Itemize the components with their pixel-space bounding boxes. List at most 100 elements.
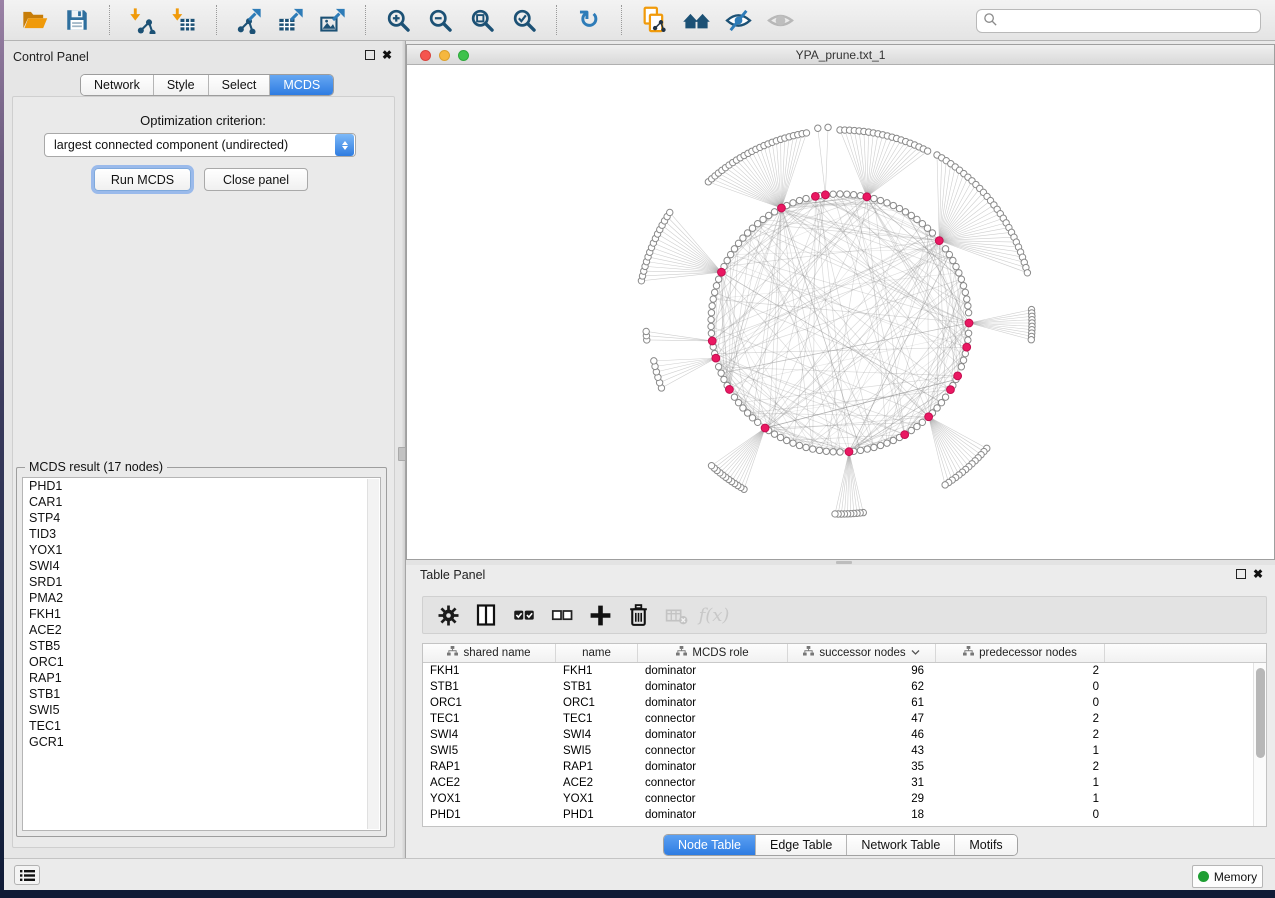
zoom-out-icon[interactable] [424,4,456,36]
network-node[interactable] [914,216,920,222]
mcds-result-item[interactable]: ACE2 [23,622,380,638]
network-node[interactable] [942,246,948,252]
network-node[interactable] [914,423,920,429]
network-node[interactable] [708,316,714,322]
network-node[interactable] [790,200,796,206]
table-scrollbar[interactable] [1253,663,1266,826]
network-node[interactable] [708,310,714,316]
network-node[interactable] [744,410,750,416]
mcds-result-item[interactable]: TEC1 [23,718,380,734]
network-node[interactable] [771,431,777,437]
network-node[interactable] [724,257,730,263]
table-row[interactable]: ORC1ORC1dominator610 [423,695,1266,711]
network-node[interactable] [830,449,836,455]
network-node[interactable] [965,337,971,343]
memory-button[interactable]: Memory [1192,865,1263,888]
network-node[interactable] [965,330,971,336]
network-node[interactable] [896,205,902,211]
table-row[interactable]: TEC1TEC1connector472 [423,711,1266,727]
network-node[interactable] [796,442,802,448]
mcds-result-item[interactable]: SRD1 [23,574,380,590]
tab-select[interactable]: Select [209,75,271,95]
network-node[interactable] [667,209,673,215]
panel-splitter-grip[interactable] [398,447,406,461]
mcds-hub-node[interactable] [965,319,973,327]
column-header-predecessor-nodes[interactable]: predecessor nodes [936,644,1105,662]
zoom-in-icon[interactable] [382,4,414,36]
tab-edge-table[interactable]: Edge Table [756,835,847,855]
network-node[interactable] [924,225,930,231]
export-table-icon[interactable] [275,4,307,36]
network-node[interactable] [837,449,843,455]
network-node[interactable] [924,148,930,154]
network-node[interactable] [919,220,925,226]
tab-mcds[interactable]: MCDS [270,75,333,95]
table-row[interactable]: YOX1YOX1connector291 [423,791,1266,807]
select-all-rows-icon[interactable] [507,600,541,630]
network-node[interactable] [718,370,724,376]
table-row[interactable]: SWI5SWI5connector431 [423,743,1266,759]
network-node[interactable] [823,448,829,454]
network-node[interactable] [708,330,714,336]
table-row[interactable]: FKH1FKH1dominator962 [423,663,1266,679]
network-node[interactable] [902,209,908,215]
mcds-hub-node[interactable] [963,343,971,351]
network-node[interactable] [857,447,863,453]
mcds-result-item[interactable]: YOX1 [23,542,380,558]
network-node[interactable] [709,303,715,309]
network-node[interactable] [942,394,948,400]
network-node[interactable] [946,251,952,257]
network-node[interactable] [851,192,857,198]
network-node[interactable] [871,195,877,201]
network-node[interactable] [960,357,966,363]
mcds-result-item[interactable]: FKH1 [23,606,380,622]
zoom-selected-icon[interactable] [508,4,540,36]
table-settings-icon[interactable] [431,600,465,630]
criterion-dropdown[interactable]: largest connected component (undirected) [44,133,356,157]
zoom-fit-icon[interactable] [466,4,498,36]
network-node[interactable] [884,200,890,206]
network-node[interactable] [710,296,716,302]
network-node[interactable] [1028,337,1034,343]
open-file-icon[interactable] [19,4,51,36]
network-node[interactable] [958,276,964,282]
mcds-hub-node[interactable] [708,337,716,345]
delete-row-icon[interactable] [621,600,655,630]
mcds-result-item[interactable]: STB1 [23,686,380,702]
copy-network-files-icon[interactable] [638,4,670,36]
tab-node-table[interactable]: Node Table [664,835,756,855]
mcds-hub-node[interactable] [726,386,734,394]
network-node[interactable] [938,399,944,405]
mcds-hub-node[interactable] [901,431,909,439]
network-view[interactable] [407,65,1274,559]
network-node[interactable] [735,399,741,405]
close-panel-icon[interactable]: ✖ [382,50,392,60]
network-node[interactable] [908,427,914,433]
network-node[interactable] [749,415,755,421]
network-node[interactable] [731,394,737,400]
column-header-shared-name[interactable]: shared name [423,644,556,662]
import-table-icon[interactable] [168,4,200,36]
mcds-result-item[interactable]: PHD1 [23,478,380,494]
network-node[interactable] [749,225,755,231]
network-node[interactable] [765,212,771,218]
network-node[interactable] [708,323,714,329]
network-node[interactable] [837,191,843,197]
network-node[interactable] [760,216,766,222]
column-header-name[interactable]: name [556,644,638,662]
network-node[interactable] [832,511,838,517]
mcds-result-item[interactable]: SWI4 [23,558,380,574]
network-node[interactable] [871,444,877,450]
mcds-result-item[interactable]: STB5 [23,638,380,654]
export-network-icon[interactable] [233,4,265,36]
import-network-icon[interactable] [126,4,158,36]
network-node[interactable] [958,364,964,370]
tab-network[interactable]: Network [81,75,154,95]
mcds-result-list[interactable]: PHD1CAR1STP4TID3YOX1SWI4SRD1PMA2FKH1ACE2… [22,477,381,831]
table-row[interactable]: STB1STB1dominator620 [423,679,1266,695]
panel-toggle-button[interactable] [14,865,40,885]
network-node[interactable] [754,220,760,226]
network-node[interactable] [877,442,883,448]
search-box[interactable] [976,9,1261,33]
mcds-list-scrollbar[interactable] [367,479,379,829]
